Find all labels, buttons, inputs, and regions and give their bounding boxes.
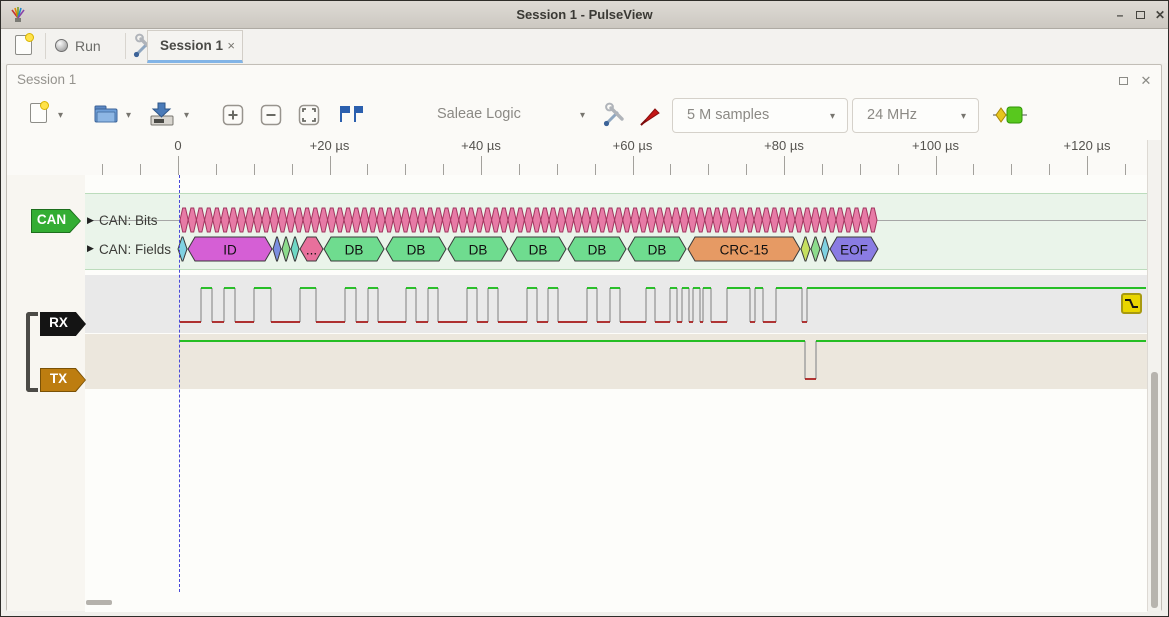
open-file-button[interactable] bbox=[92, 101, 120, 129]
ruler-tick-label: +100 µs bbox=[912, 138, 959, 153]
main-toolbar: Run Session 1 × bbox=[1, 29, 1168, 63]
save-dropdown-icon[interactable]: ▾ bbox=[184, 110, 189, 121]
ruler-major-tick bbox=[784, 156, 785, 175]
ruler-minor-tick bbox=[443, 164, 444, 175]
time-ruler[interactable]: 0 +20 µs +40 µs +60 µs +80 µs +100 µs +120 µs bbox=[7, 138, 1161, 175]
ruler-minor-tick bbox=[822, 164, 823, 175]
titlebar: Session 1 - PulseView – ✕ bbox=[1, 1, 1168, 29]
add-decoder-button[interactable] bbox=[993, 104, 1027, 126]
ruler-minor-tick bbox=[898, 164, 899, 175]
channels-probe-icon[interactable] bbox=[638, 102, 664, 128]
pulseview-window: Session 1 - PulseView – ✕ Run Session 1 … bbox=[0, 0, 1169, 617]
ruler-minor-tick bbox=[254, 164, 255, 175]
time-cursor-line[interactable] bbox=[179, 175, 180, 592]
toolbar-separator bbox=[125, 33, 126, 59]
sample-rate-dropdown-icon: ▾ bbox=[961, 111, 966, 122]
sample-count-combo[interactable]: 5 M samples ▾ bbox=[672, 98, 848, 133]
expander-icon[interactable]: ▶ bbox=[87, 215, 94, 226]
ruler-tick-label: +80 µs bbox=[764, 138, 804, 153]
signal-group-bracket[interactable] bbox=[26, 312, 38, 392]
run-button[interactable]: Run bbox=[55, 33, 117, 59]
ruler-major-tick bbox=[481, 156, 482, 175]
sample-rate-combo[interactable]: 24 MHz ▾ bbox=[852, 98, 979, 133]
ruler-major-tick bbox=[1087, 156, 1088, 175]
run-label: Run bbox=[75, 38, 101, 54]
ruler-tick-label: +20 µs bbox=[310, 138, 350, 153]
ruler-major-tick bbox=[330, 156, 331, 175]
ruler-minor-tick bbox=[557, 164, 558, 175]
ruler-major-tick bbox=[936, 156, 937, 175]
signal-tag-rx[interactable]: RX bbox=[40, 312, 86, 336]
session-maximize-icon[interactable] bbox=[1114, 73, 1132, 89]
ruler-minor-tick bbox=[746, 164, 747, 175]
new-session-button[interactable] bbox=[11, 33, 39, 59]
ruler-minor-tick bbox=[1049, 164, 1050, 175]
tab-session-1[interactable]: Session 1 × bbox=[147, 30, 243, 63]
ruler-minor-tick bbox=[367, 164, 368, 175]
device-dropdown-icon[interactable]: ▾ bbox=[580, 110, 585, 121]
toolbar-separator bbox=[45, 33, 46, 59]
ruler-tick-label: +120 µs bbox=[1064, 138, 1111, 153]
vertical-scrollbar[interactable] bbox=[1147, 140, 1161, 611]
ruler-minor-tick bbox=[140, 164, 141, 175]
ruler-minor-tick bbox=[860, 164, 861, 175]
maximize-icon[interactable] bbox=[1131, 7, 1149, 23]
zoom-in-button[interactable] bbox=[221, 103, 245, 127]
sample-count-value: 5 M samples bbox=[687, 107, 769, 123]
ruler-minor-tick bbox=[595, 164, 596, 175]
minimize-icon[interactable]: – bbox=[1111, 7, 1129, 23]
ruler-minor-tick bbox=[405, 164, 406, 175]
ruler-major-tick bbox=[633, 156, 634, 175]
ruler-minor-tick bbox=[292, 164, 293, 175]
zoom-out-button[interactable] bbox=[259, 103, 283, 127]
open-dropdown-icon[interactable]: ▾ bbox=[126, 110, 131, 121]
ruler-minor-tick bbox=[519, 164, 520, 175]
new-view-button[interactable] bbox=[26, 100, 54, 128]
sample-rate-value: 24 MHz bbox=[867, 107, 917, 123]
ruler-tick-label: +40 µs bbox=[461, 138, 501, 153]
ruler-minor-tick bbox=[973, 164, 974, 175]
close-icon[interactable]: ✕ bbox=[1151, 7, 1169, 23]
zoom-fit-button[interactable] bbox=[297, 103, 321, 127]
vertical-scrollbar-thumb[interactable] bbox=[1151, 372, 1158, 608]
decoder-rows-background bbox=[85, 193, 1147, 270]
session-close-icon[interactable]: ✕ bbox=[1137, 73, 1155, 89]
ruler-minor-tick bbox=[102, 164, 103, 175]
device-selector[interactable]: Saleae Logic bbox=[437, 106, 521, 122]
trigger-falling-edge-badge[interactable] bbox=[1121, 293, 1142, 314]
ruler-minor-tick bbox=[1125, 164, 1126, 175]
decoder-tag-can[interactable]: CAN bbox=[31, 209, 81, 233]
configure-device-icon[interactable] bbox=[602, 102, 628, 128]
ruler-tick-label: 0 bbox=[174, 138, 181, 153]
window-title: Session 1 - PulseView bbox=[1, 7, 1168, 22]
ruler-major-tick bbox=[178, 156, 179, 175]
session-title: Session 1 bbox=[17, 72, 76, 87]
decoder-row-fields-label: CAN: Fields bbox=[99, 242, 171, 257]
ruler-tick-label: +60 µs bbox=[613, 138, 653, 153]
expander-icon[interactable]: ▶ bbox=[87, 243, 94, 254]
tx-trace-background bbox=[85, 334, 1147, 389]
ruler-minor-tick bbox=[216, 164, 217, 175]
sample-count-dropdown-icon: ▾ bbox=[830, 111, 835, 122]
trace-label-gutter bbox=[7, 175, 85, 611]
ruler-minor-tick bbox=[708, 164, 709, 175]
decoder-row-bits-label: CAN: Bits bbox=[99, 213, 158, 228]
ruler-minor-tick bbox=[670, 164, 671, 175]
tab-close-icon[interactable]: × bbox=[227, 38, 235, 53]
rx-trace-background bbox=[85, 275, 1147, 333]
save-button[interactable] bbox=[148, 100, 176, 128]
show-cursors-button[interactable] bbox=[336, 102, 364, 128]
signal-tag-tx[interactable]: TX bbox=[40, 368, 86, 392]
run-led-icon bbox=[55, 39, 68, 52]
ruler-minor-tick bbox=[1011, 164, 1012, 175]
horizontal-scrollbar-thumb[interactable] bbox=[86, 600, 112, 605]
tab-label: Session 1 bbox=[160, 38, 223, 53]
new-view-dropdown-icon[interactable]: ▾ bbox=[58, 110, 63, 121]
